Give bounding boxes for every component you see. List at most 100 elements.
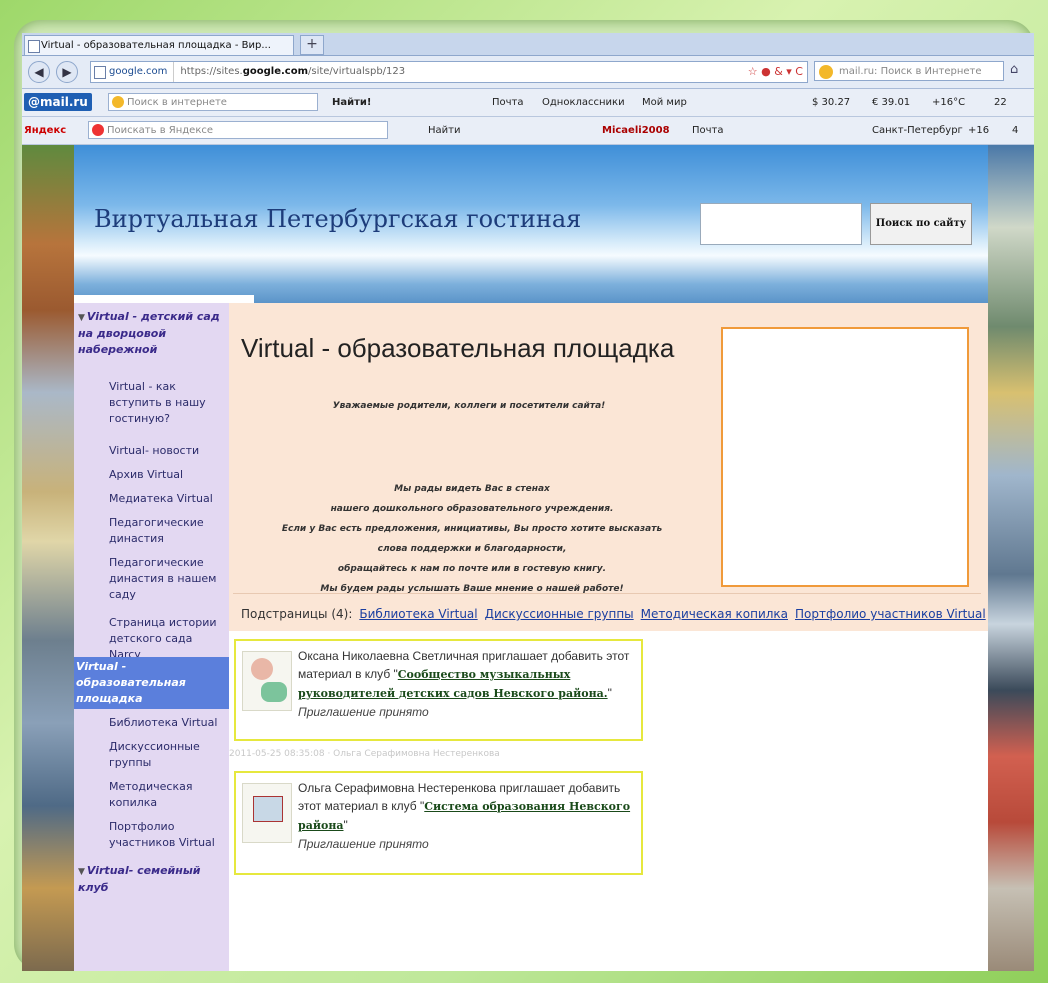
sidebar-item-mediateka[interactable]: Медиатека Virtual: [109, 491, 227, 507]
invitation-status: Приглашение принято: [298, 837, 429, 851]
mailru-search-placeholder: Поиск в интернете: [127, 97, 227, 108]
sidebar-nav: ▼ Virtual - детский сад на дворцовой набе…: [74, 303, 229, 971]
yandex-search-input[interactable]: Поискать в Яндексе: [88, 121, 388, 139]
web-page: Виртуальная Петербургская гостиная Поиск…: [22, 145, 1034, 971]
subpages-list: Подстраницы (4): Библиотека Virtual Дискус…: [241, 607, 986, 621]
address-bar[interactable]: google.com https://sites.google.com/site/…: [90, 61, 808, 83]
bookmark-star-icon[interactable]: ☆ ● & ▾ C: [748, 62, 803, 82]
mailru-search-icon: [819, 65, 833, 79]
sidebar-item-portfolio[interactable]: Портфолио участников Virtual: [109, 819, 227, 851]
invitation-status: Приглашение принято: [298, 705, 429, 719]
sidebar-item-archive[interactable]: Архив Virtual: [109, 467, 227, 483]
message-line: Если у Вас есть предложения, инициативы,…: [281, 524, 663, 534]
usd-rate[interactable]: $ 30.27: [812, 89, 850, 116]
sidebar-item-methodical[interactable]: Методическая копилка: [109, 779, 227, 811]
browser-screenshot: Virtual - образовательная площадка - Вир…: [22, 33, 1034, 971]
home-icon[interactable]: ⌂: [1010, 62, 1018, 77]
back-arrow-icon[interactable]: ◀: [28, 61, 50, 83]
yandex-logo[interactable]: Яндекс: [24, 117, 66, 144]
invitation-card: Оксана Николаевна Светличная приглашает …: [234, 639, 643, 741]
message-line: Мы будем рады услышать Ваше мнение о наш…: [320, 584, 624, 594]
sidebar-item-kindergarten[interactable]: ▼ Virtual - детский сад на дворцовой набе…: [78, 309, 226, 358]
page-body: Virtual - образовательная площадка Уважа…: [229, 303, 988, 631]
yandex-counter[interactable]: 4: [1012, 117, 1018, 144]
sidebar-item-dynasty[interactable]: Педагогические династия: [109, 515, 227, 547]
city-weather[interactable]: Санкт-Петербург: [872, 117, 963, 144]
quote-mark: ": [607, 686, 612, 700]
divider: [233, 593, 981, 594]
invitation-text: Оксана Николаевна Светличная приглашает …: [298, 647, 633, 721]
search-icon: [112, 96, 124, 108]
site-title[interactable]: Виртуальная Петербургская гостиная: [94, 205, 581, 233]
weather[interactable]: +16°C: [932, 89, 965, 116]
sidebar-item-library[interactable]: Библиотека Virtual: [109, 715, 227, 731]
site-search-button[interactable]: Поиск по сайту: [870, 203, 972, 245]
url-prefix: https://sites.: [180, 66, 243, 77]
greeting-text: Уважаемые родители, коллеги и посетители…: [332, 401, 606, 411]
moimir-link[interactable]: Мой мир: [642, 89, 687, 116]
message-line: нашего дошкольного образовательного учре…: [330, 504, 614, 514]
quote-mark: ": [343, 818, 348, 832]
tab-title: Virtual - образовательная площадка - Вир…: [41, 40, 271, 51]
mailru-toolbar: @mail.ru Поиск в интернете Найти! Почта …: [22, 89, 1034, 117]
message-line: Мы рады видеть Вас в стенах: [394, 484, 550, 494]
subpage-link-portfolio[interactable]: Портфолио участников Virtual: [795, 607, 986, 621]
expand-triangle-icon[interactable]: ▼: [78, 867, 85, 877]
mailru-search-input[interactable]: Поиск в интернете: [108, 93, 318, 111]
tab-bar: Virtual - образовательная площадка - Вир…: [22, 33, 1034, 56]
banner-strip: [74, 295, 254, 303]
mailru-find-button[interactable]: Найти!: [332, 89, 372, 116]
odnoklassniki-link[interactable]: Одноклассники: [542, 89, 625, 116]
sidebar-item-dynasty-garden[interactable]: Педагогические династия в нашем саду: [109, 555, 227, 603]
forward-arrow-icon[interactable]: ▶: [56, 61, 78, 83]
message-line: слова поддержки и благодарности,: [377, 544, 567, 554]
yandex-find-button[interactable]: Найти: [428, 117, 460, 144]
left-photo-collage: [22, 145, 74, 971]
yandex-user[interactable]: Micaeli2008: [602, 117, 670, 144]
subpage-link-library[interactable]: Библиотека Virtual: [359, 607, 477, 621]
yandex-search-placeholder: Поискать в Яндексе: [107, 125, 214, 136]
site-search-input[interactable]: [700, 203, 862, 245]
embedded-gadget[interactable]: [721, 327, 969, 587]
sidebar-item-history[interactable]: Страница истории детского сада Narcy: [109, 615, 227, 663]
counter[interactable]: 22: [994, 89, 1007, 116]
sidebar-item-label: Virtual - детский сад на дворцовой набер…: [78, 310, 220, 356]
message-line: обращайтесь к нам по почте или в гостеву…: [337, 564, 607, 574]
browser-tab[interactable]: Virtual - образовательная площадка - Вир…: [24, 35, 294, 55]
subpage-link-discussion[interactable]: Дискуссионные группы: [485, 607, 634, 621]
page-icon: [28, 40, 40, 53]
site-identity[interactable]: google.com: [91, 62, 175, 82]
url-domain: google.com: [242, 66, 308, 77]
subpage-link-methodical[interactable]: Методическая копилка: [641, 607, 788, 621]
eur-rate[interactable]: € 39.01: [872, 89, 910, 116]
url-path: /site/virtualspb/123: [308, 66, 406, 77]
sidebar-item-discussion[interactable]: Дискуссионные группы: [109, 739, 227, 771]
main-content: Virtual - образовательная площадка Уважа…: [229, 303, 988, 971]
subpages-label: Подстраницы (4):: [241, 607, 353, 621]
search-box[interactable]: mail.ru: Поиск в Интернете: [814, 61, 1004, 81]
expand-triangle-icon[interactable]: ▼: [78, 313, 85, 323]
mailru-logo[interactable]: @mail.ru: [24, 93, 92, 111]
welcome-message: Мы рады видеть Вас в стенах нашего дошко…: [237, 479, 707, 599]
invitation-text: Ольга Серафимовна Нестеренкова приглашае…: [298, 779, 633, 853]
temperature[interactable]: +16: [968, 117, 989, 144]
new-tab-button[interactable]: +: [300, 35, 324, 55]
sidebar-item-family-club[interactable]: ▼ Virtual- семейный клуб: [78, 863, 226, 896]
yandex-icon: [92, 124, 104, 136]
yandex-mail-link[interactable]: Почта: [692, 117, 724, 144]
sidebar-item-join[interactable]: Virtual - как вступить в нашу гостиную?: [109, 379, 227, 427]
navigation-bar: ◀ ▶ google.com https://sites.google.com/s…: [22, 56, 1034, 89]
page-title: Virtual - образовательная площадка: [241, 333, 675, 363]
site-header: Виртуальная Петербургская гостиная Поиск…: [74, 145, 988, 303]
yandex-toolbar: Яндекс Поискать в Яндексе Найти Micaeli2…: [22, 117, 1034, 145]
invitation-card: Ольга Серафимовна Нестеренкова приглашае…: [234, 771, 643, 875]
sidebar-item-education-active[interactable]: Virtual - образовательная площадка: [74, 657, 229, 709]
sidebar-item-label: Virtual- семейный клуб: [78, 864, 201, 894]
sidebar-item-news[interactable]: Virtual- новости: [109, 443, 227, 459]
right-photo-collage: [988, 145, 1034, 971]
user-avatar: [242, 783, 292, 843]
mail-link[interactable]: Почта: [492, 89, 524, 116]
faded-meta-line: 2011-05-25 08:35:08 · Ольга Серафимовна …: [229, 749, 500, 759]
user-avatar: [242, 651, 292, 711]
search-placeholder: mail.ru: Поиск в Интернете: [839, 66, 982, 77]
